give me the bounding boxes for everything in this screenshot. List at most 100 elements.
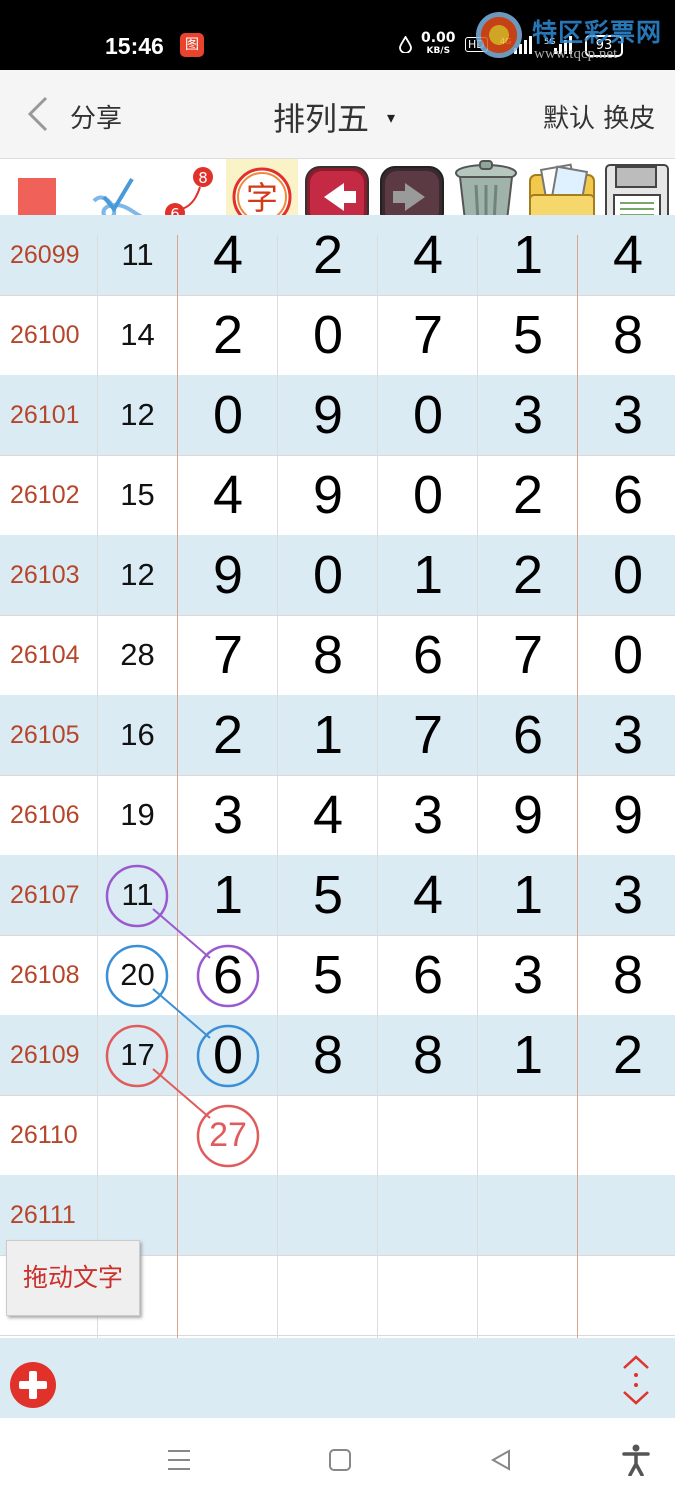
table-row[interactable]: 26110 27 [0, 1095, 675, 1175]
digit-cell-5[interactable]: 8 [578, 935, 675, 1015]
digit-cell-3[interactable]: 7 [378, 695, 478, 775]
expand-collapse-icon[interactable] [620, 1354, 652, 1406]
digit-cell-2[interactable]: 8 [278, 1015, 378, 1095]
digit-cell-5[interactable]: 3 [578, 855, 675, 935]
digit-cell-3[interactable]: 6 [378, 935, 478, 1015]
digit-cell-1[interactable]: 2 [178, 695, 278, 775]
sum-value[interactable] [98, 1095, 177, 1175]
digit-cell-3[interactable]: 1 [378, 535, 478, 615]
digit-cell-1[interactable]: 0 [178, 375, 278, 455]
sum-value[interactable]: 11 [98, 215, 177, 295]
digit-cell-1[interactable]: 1 [178, 855, 278, 935]
table-row[interactable]: 26109 17 0 8 8 1 2 [0, 1015, 675, 1095]
lottery-type-selector[interactable]: 排列五 [273, 94, 369, 140]
digit-cell-2[interactable]: 5 [278, 855, 378, 935]
table-row[interactable]: 26099 11 4 2 4 1 4 [0, 215, 675, 295]
digit-cell-4[interactable]: 5 [478, 295, 578, 375]
digit-cell-5[interactable]: 0 [578, 535, 675, 615]
digit-cell-5[interactable]: 3 [578, 375, 675, 455]
digit-cell-2[interactable] [278, 1255, 378, 1335]
sum-value[interactable]: 17 [98, 1015, 177, 1095]
back-arrow-icon[interactable] [24, 96, 54, 132]
digit-cell-2[interactable]: 8 [278, 615, 378, 695]
table-row[interactable]: 26108 20 6 5 6 3 8 [0, 935, 675, 1015]
table-row[interactable]: 26107 11 1 5 4 1 3 [0, 855, 675, 935]
digit-cell-2[interactable]: 9 [278, 375, 378, 455]
digit-cell-4[interactable]: 6 [478, 695, 578, 775]
digit-cell-3[interactable] [378, 1095, 478, 1175]
digit-cell-4[interactable]: 2 [478, 455, 578, 535]
sum-value[interactable]: 12 [98, 375, 177, 455]
digit-cell-4[interactable]: 1 [478, 1015, 578, 1095]
digit-cell-4[interactable]: 1 [478, 215, 578, 295]
digit-cell-1[interactable]: 3 [178, 775, 278, 855]
digit-cell-2[interactable]: 2 [278, 215, 378, 295]
digit-cell-4[interactable] [478, 1095, 578, 1175]
table-row[interactable]: 26101 12 0 9 0 3 3 [0, 375, 675, 455]
digit-cell-3[interactable] [378, 1255, 478, 1335]
table-row[interactable]: 26103 12 9 0 1 2 0 [0, 535, 675, 615]
digit-cell-3[interactable]: 8 [378, 1015, 478, 1095]
sum-value[interactable]: 19 [98, 775, 177, 855]
digit-cell-4[interactable]: 3 [478, 935, 578, 1015]
table-row[interactable]: 26102 15 4 9 0 2 6 [0, 455, 675, 535]
digit-cell-1[interactable]: 4 [178, 215, 278, 295]
digit-cell-5[interactable] [578, 1095, 675, 1175]
digit-cell-1[interactable]: 0 [178, 1015, 278, 1095]
digit-cell-2[interactable]: 0 [278, 535, 378, 615]
table-row[interactable]: 26106 19 3 4 3 9 9 [0, 775, 675, 855]
back-icon[interactable] [489, 1448, 513, 1472]
accessibility-icon[interactable] [622, 1444, 650, 1476]
digit-cell-2[interactable] [278, 1095, 378, 1175]
change-skin-button[interactable]: 换皮 [603, 104, 655, 134]
digit-cell-5[interactable]: 8 [578, 295, 675, 375]
add-row-icon[interactable] [10, 1362, 56, 1408]
digit-cell-1[interactable]: 6 [178, 935, 278, 1015]
digit-cell-3[interactable]: 4 [378, 855, 478, 935]
color-picker-square-icon[interactable] [18, 178, 56, 216]
home-icon[interactable] [328, 1448, 352, 1472]
sum-value[interactable]: 20 [98, 935, 177, 1015]
default-button[interactable]: 默认 [543, 104, 595, 134]
digit-cell-4[interactable] [478, 1175, 578, 1255]
drag-text-button[interactable]: 拖动文字 [6, 1240, 140, 1316]
digit-cell-3[interactable]: 0 [378, 455, 478, 535]
digit-cell-4[interactable] [478, 1255, 578, 1335]
digit-cell-4[interactable]: 7 [478, 615, 578, 695]
digit-cell-2[interactable]: 1 [278, 695, 378, 775]
digit-cell-5[interactable]: 4 [578, 215, 675, 295]
digit-cell-4[interactable]: 2 [478, 535, 578, 615]
digit-cell-1[interactable]: 27 [178, 1095, 278, 1175]
digit-cell-3[interactable]: 3 [378, 775, 478, 855]
digit-cell-5[interactable]: 2 [578, 1015, 675, 1095]
digit-cell-3[interactable]: 7 [378, 295, 478, 375]
digit-cell-5[interactable] [578, 1255, 675, 1335]
menu-icon[interactable] [166, 1448, 192, 1472]
sum-value[interactable]: 12 [98, 535, 177, 615]
sum-value[interactable]: 16 [98, 695, 177, 775]
digit-cell-4[interactable]: 3 [478, 375, 578, 455]
digit-cell-1[interactable] [178, 1255, 278, 1335]
digit-cell-1[interactable]: 7 [178, 615, 278, 695]
digit-cell-2[interactable]: 5 [278, 935, 378, 1015]
digit-cell-2[interactable] [278, 1175, 378, 1255]
digit-cell-5[interactable]: 6 [578, 455, 675, 535]
digit-cell-2[interactable]: 4 [278, 775, 378, 855]
table-row[interactable]: 26105 16 2 1 7 6 3 [0, 695, 675, 775]
sum-value[interactable]: 15 [98, 455, 177, 535]
digit-cell-5[interactable] [578, 1175, 675, 1255]
digit-cell-2[interactable]: 0 [278, 295, 378, 375]
digit-cell-2[interactable]: 9 [278, 455, 378, 535]
digit-cell-1[interactable]: 2 [178, 295, 278, 375]
digit-cell-3[interactable]: 0 [378, 375, 478, 455]
sum-value[interactable]: 11 [98, 855, 177, 935]
digit-cell-5[interactable]: 3 [578, 695, 675, 775]
digit-cell-1[interactable]: 9 [178, 535, 278, 615]
sum-value[interactable]: 28 [98, 615, 177, 695]
digit-cell-4[interactable]: 1 [478, 855, 578, 935]
digit-cell-4[interactable]: 9 [478, 775, 578, 855]
digit-cell-1[interactable] [178, 1175, 278, 1255]
digit-cell-5[interactable]: 0 [578, 615, 675, 695]
table-row[interactable]: 26100 14 2 0 7 5 8 [0, 295, 675, 375]
digit-cell-3[interactable] [378, 1175, 478, 1255]
